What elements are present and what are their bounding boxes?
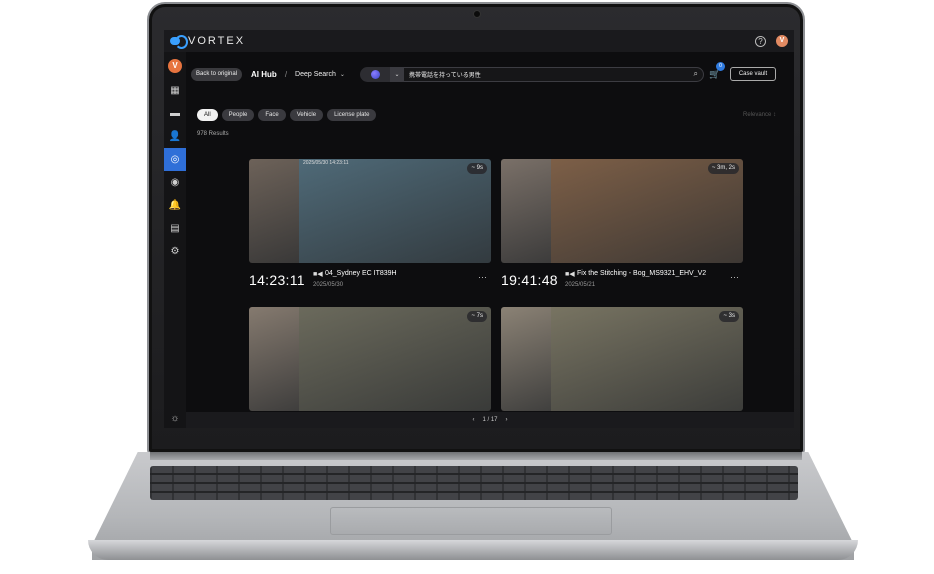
sidebar-item-alerts[interactable]: 🔔: [164, 194, 186, 217]
person-crop: [249, 159, 299, 263]
breadcrumb-deep-search[interactable]: Deep Search: [295, 71, 336, 78]
results-count: 978 Results: [197, 131, 229, 137]
screen: VORTEX ? V V ▦ ▬ 👤 ◎ ◉ 🔔 ▤ ⚙ ☼ Back to o…: [164, 30, 794, 428]
filter-all[interactable]: All: [197, 109, 218, 121]
result-date: 2025/05/30: [313, 282, 344, 288]
scene-frame: [299, 307, 491, 411]
cart-button[interactable]: 🛒 0: [709, 62, 725, 82]
filter-license-plate[interactable]: License plate: [327, 109, 377, 121]
help-icon[interactable]: ?: [755, 35, 766, 47]
sidebar-item-archive[interactable]: ▤: [164, 217, 186, 240]
scene-frame: [299, 159, 491, 263]
sidebar-item-cameras[interactable]: ▬: [164, 102, 186, 125]
sidebar-avatar[interactable]: V: [168, 59, 182, 73]
theme-toggle-icon[interactable]: ☼: [170, 413, 179, 424]
profile-icon: ◉: [170, 177, 180, 188]
gear-icon: ⚙: [170, 246, 180, 257]
result-thumbnail[interactable]: ~ 3s: [501, 307, 743, 411]
video-camera-icon: ■◀: [313, 271, 323, 278]
breadcrumb-separator: /: [284, 69, 288, 79]
back-to-original-button[interactable]: Back to original: [191, 67, 243, 81]
layout-icon: ▦: [170, 85, 180, 96]
filter-face[interactable]: Face: [258, 109, 286, 121]
search-mode-button[interactable]: [360, 66, 390, 82]
result-card[interactable]: ~ 3m, 2s 19:41:48 ■◀ Fix the Stitching -…: [501, 159, 743, 296]
search-query[interactable]: 携帯電話を持っている男性: [409, 70, 694, 79]
main-content: Back to original AI Hub / Deep Search ⌄ …: [186, 52, 794, 428]
cart-count-badge: 0: [716, 62, 725, 71]
user-avatar-top[interactable]: V: [776, 35, 788, 47]
person-crop: [501, 159, 551, 263]
pagination: ‹ 1 / 17 ›: [186, 412, 794, 428]
vortex-logo: VORTEX: [170, 35, 246, 49]
more-options-icon[interactable]: ···: [478, 272, 487, 282]
result-time: 19:41:48: [501, 272, 558, 288]
camera-name[interactable]: Fix the Stitching - Bog_MS9321_EHV_V2: [577, 270, 706, 277]
result-time: 14:23:11: [249, 272, 305, 288]
result-thumbnail[interactable]: 2025/05/30 14:23:11 ~ 9s: [249, 159, 491, 263]
laptop-hinge: [150, 452, 802, 460]
sort-relevance[interactable]: Relevance ↕: [743, 112, 776, 118]
breadcrumb-ai-hub[interactable]: AI Hub: [251, 70, 277, 79]
top-bar: VORTEX ? V: [164, 30, 794, 52]
filter-chips: All People Face Vehicle License plate: [197, 109, 377, 121]
duration-badge: ~ 9s: [467, 163, 487, 174]
camera-name[interactable]: 04_Sydney EC IT839H: [325, 270, 397, 277]
result-card[interactable]: 2025/05/30 14:23:11 ~ 9s 14:23:11 ■◀ 04_…: [249, 159, 491, 296]
sidebar-item-people[interactable]: 👤: [164, 125, 186, 148]
keyboard: [150, 466, 798, 500]
search-mode-dropdown[interactable]: ⌄: [390, 66, 404, 82]
sidebar-item-profile[interactable]: ◉: [164, 171, 186, 194]
scene-frame: [551, 159, 743, 263]
person-crop: [501, 307, 551, 411]
header-row: Back to original AI Hub / Deep Search ⌄ …: [186, 62, 794, 82]
chevron-down-icon[interactable]: ⌄: [340, 71, 345, 78]
result-date: 2025/05/21: [565, 282, 596, 288]
ai-hub-icon: ◎: [170, 154, 180, 165]
camera-icon: ▬: [170, 108, 180, 119]
result-thumbnail[interactable]: ~ 3m, 2s: [501, 159, 743, 263]
person-icon: 👤: [168, 131, 182, 142]
search-icon[interactable]: ⌕: [694, 69, 698, 79]
duration-badge: ~ 3s: [719, 311, 739, 322]
bell-icon: 🔔: [168, 200, 182, 211]
video-camera-icon: ■◀: [565, 271, 575, 278]
search-bar: ⌄ 携帯電話を持っている男性 ⌕: [360, 66, 704, 82]
filter-vehicle[interactable]: Vehicle: [289, 109, 324, 121]
duration-badge: ~ 7s: [467, 311, 487, 322]
result-card[interactable]: ~ 3s: [501, 307, 743, 411]
scene-frame: [551, 307, 743, 411]
sidebar-item-ai-hub[interactable]: ◎: [164, 148, 186, 171]
archive-icon: ▤: [170, 223, 180, 234]
next-page-button[interactable]: ›: [506, 417, 508, 423]
webcam: [473, 10, 481, 18]
sidebar: V ▦ ▬ 👤 ◎ ◉ 🔔 ▤ ⚙ ☼: [164, 52, 186, 428]
laptop-base-lip: [88, 540, 858, 560]
more-options-icon[interactable]: ···: [730, 272, 739, 282]
case-vault-button[interactable]: Case vault: [730, 67, 776, 81]
sidebar-item-layout[interactable]: ▦: [164, 79, 186, 102]
touchpad: [330, 507, 612, 535]
brand-name: VORTEX: [188, 35, 246, 47]
person-crop: [249, 307, 299, 411]
result-thumbnail[interactable]: ~ 7s: [249, 307, 491, 411]
duration-badge: ~ 3m, 2s: [707, 163, 739, 174]
vortex-logo-icon: [170, 35, 188, 49]
page-indicator: 1 / 17: [482, 417, 498, 423]
filter-people[interactable]: People: [221, 109, 255, 121]
frame-timestamp: 2025/05/30 14:23:11: [303, 160, 349, 166]
ai-search-icon: [370, 69, 380, 79]
result-card[interactable]: ~ 7s: [249, 307, 491, 411]
prev-page-button[interactable]: ‹: [472, 417, 474, 423]
search-input[interactable]: 携帯電話を持っている男性 ⌕: [404, 66, 704, 82]
sidebar-item-settings[interactable]: ⚙: [164, 240, 186, 263]
